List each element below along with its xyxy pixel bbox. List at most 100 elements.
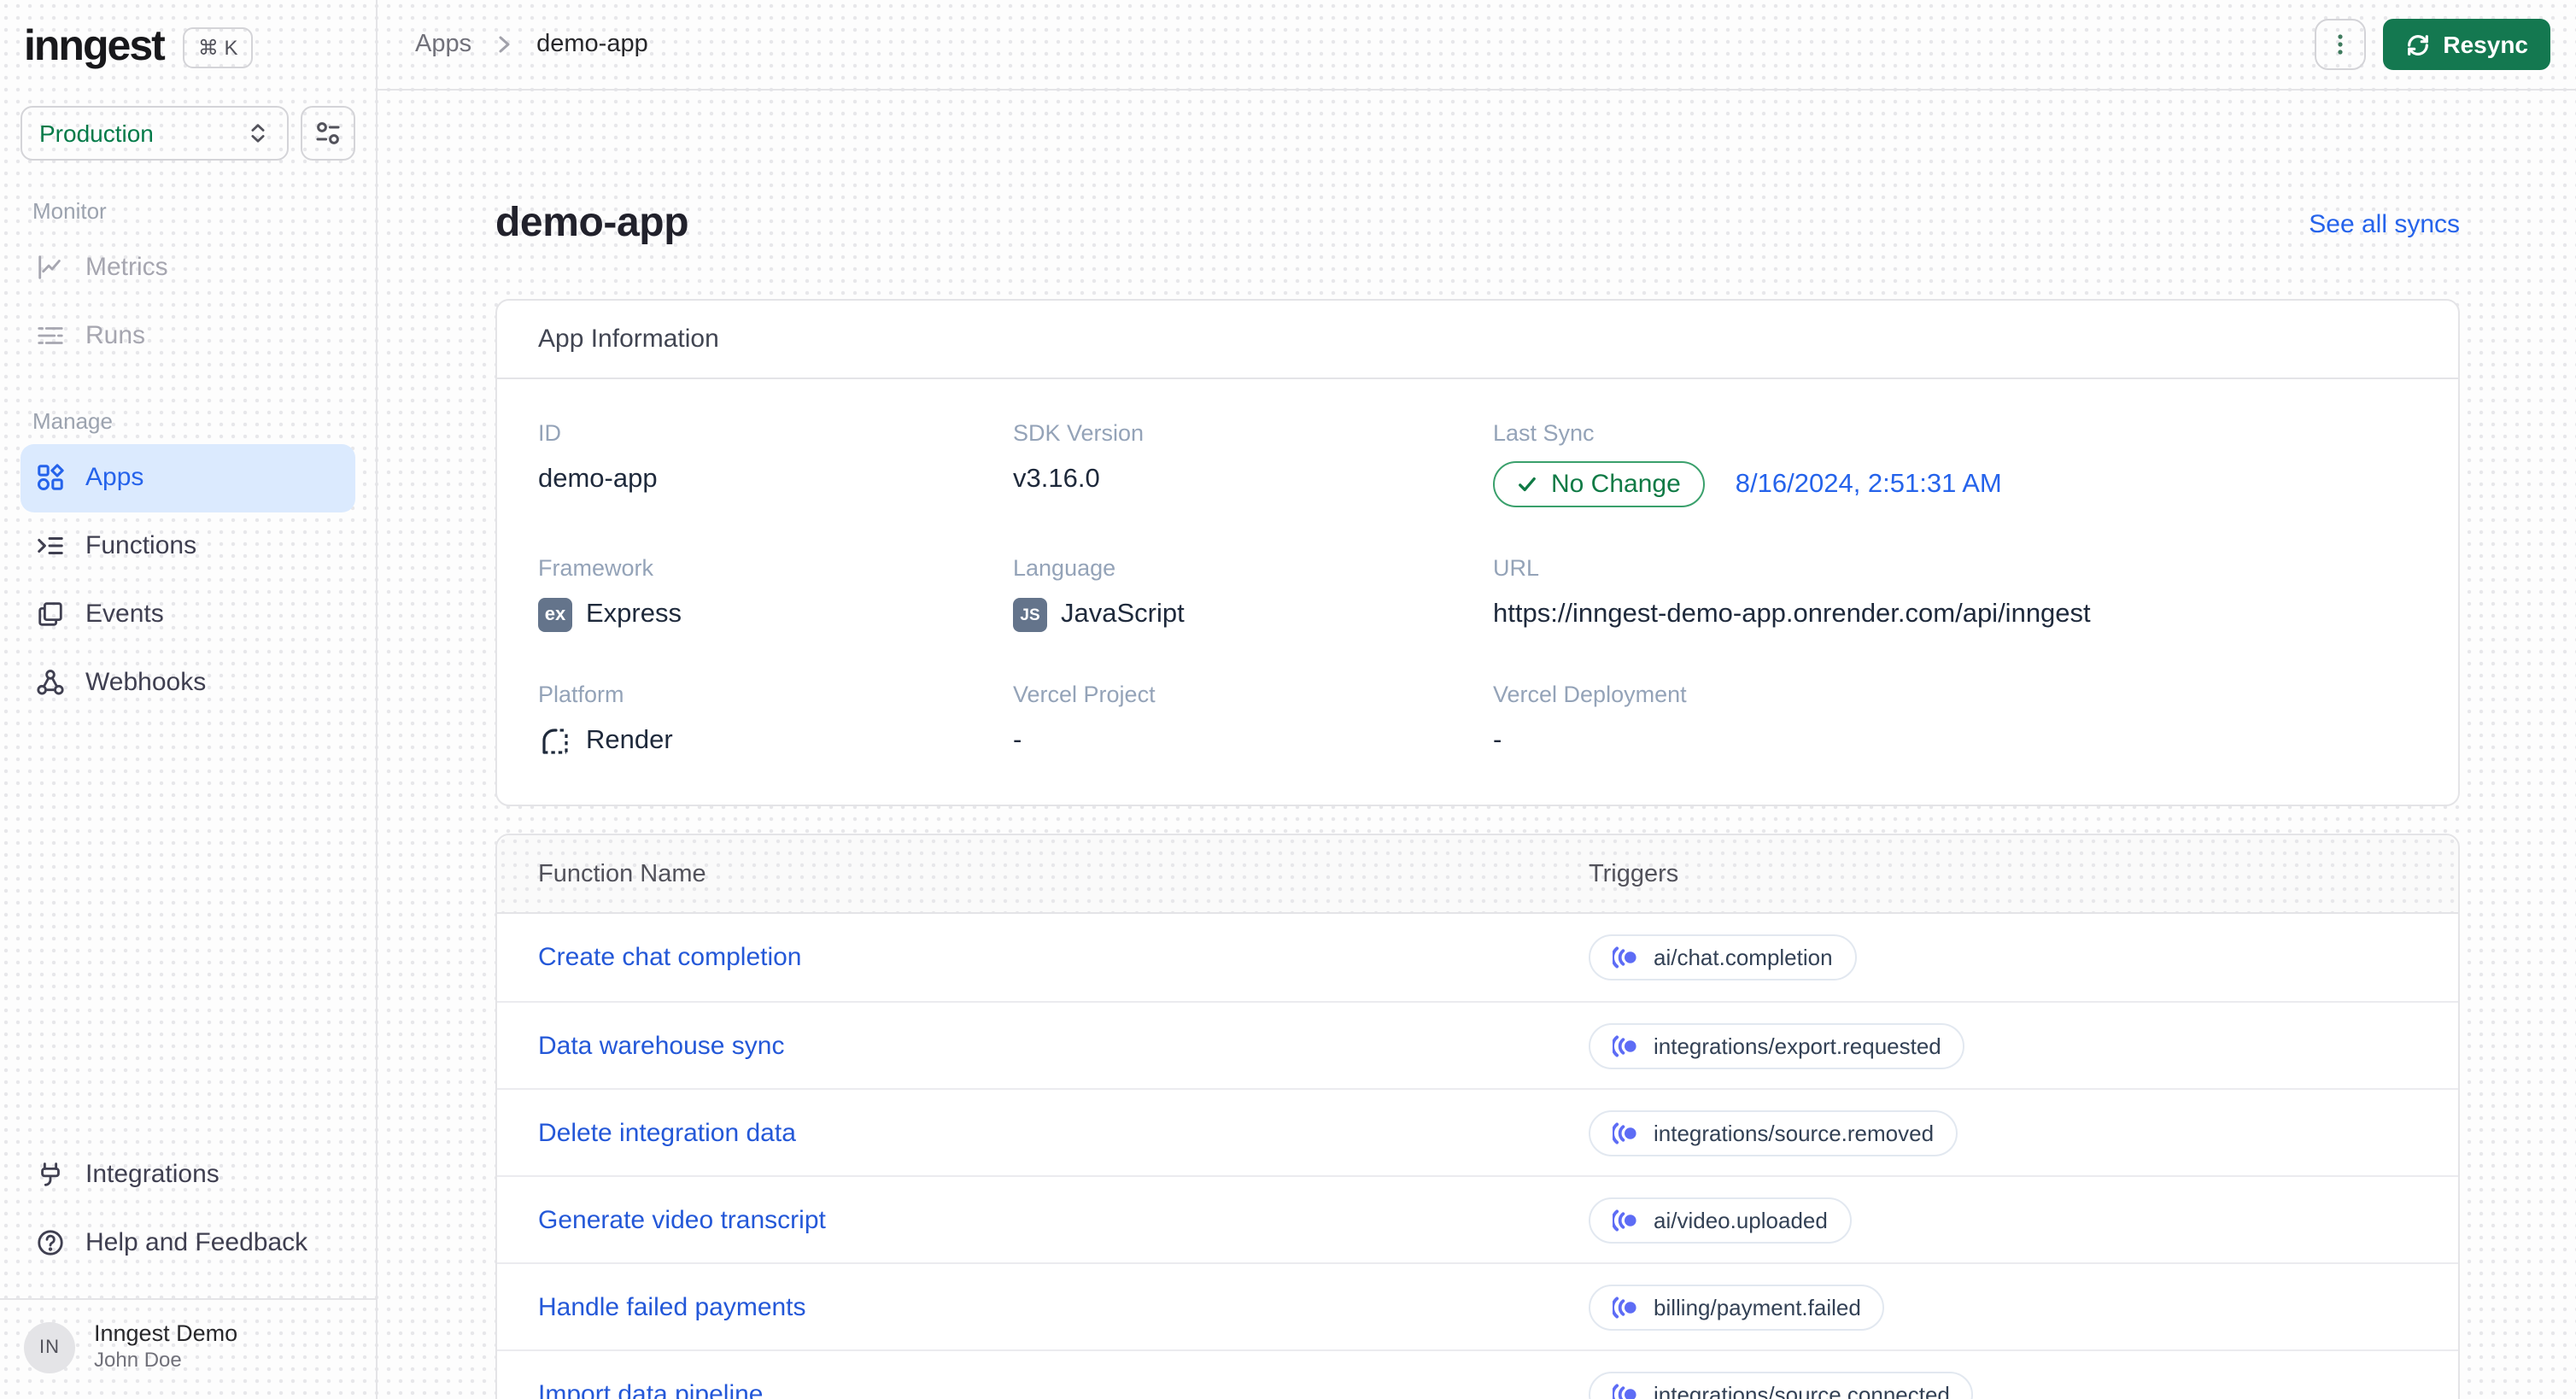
sidebar-item-integrations[interactable]: Integrations: [20, 1140, 355, 1209]
sidebar-item-label: Runs: [85, 321, 146, 350]
functions-table-card: Function Name Triggers Create chat compl…: [495, 834, 2460, 1399]
function-link[interactable]: Handle failed payments: [538, 1292, 1589, 1321]
environment-selector[interactable]: Production: [20, 105, 289, 160]
table-row: Handle failed payments billing/payment.f…: [497, 1262, 2458, 1349]
inngest-logo[interactable]: inngest: [24, 23, 166, 71]
table-row: Delete integration data integrations/sou…: [497, 1088, 2458, 1175]
sidebar-item-label: Webhooks: [85, 668, 207, 697]
table-row: Data warehouse sync integrations/export.…: [497, 1001, 2458, 1088]
topbar: Apps demo-app Resync: [378, 0, 2576, 91]
trigger-name: billing/payment.failed: [1654, 1294, 1861, 1320]
trigger-name: integrations/export.requested: [1654, 1033, 1941, 1058]
sidebar-item-label: Functions: [85, 531, 197, 560]
sidebar-item-label: Integrations: [85, 1160, 220, 1190]
trigger-pill[interactable]: ai/chat.completion: [1589, 934, 1857, 980]
field-vercel-deployment: Vercel Deployment -: [1493, 682, 2417, 760]
field-label: Vercel Deployment: [1493, 682, 1687, 707]
webhooks-icon: [36, 668, 65, 697]
sidebar-item-label: Apps: [85, 463, 144, 492]
avatar: IN: [24, 1321, 75, 1373]
field-sdk-version: SDK Version v3.16.0: [1013, 420, 1493, 507]
field-label: URL: [1493, 555, 1540, 581]
event-trigger-icon: [1613, 1034, 1638, 1057]
field-label: Language: [1013, 555, 1116, 581]
breadcrumb-current: demo-app: [536, 31, 648, 58]
sidebar: inngest ⌘ K Production Monitor Metrics R…: [0, 0, 378, 1399]
check-icon: [1517, 475, 1537, 494]
app-window: inngest ⌘ K Production Monitor Metrics R…: [0, 0, 2576, 1399]
trigger-name: integrations/source.connected: [1654, 1381, 1950, 1399]
command-k-shortcut[interactable]: ⌘ K: [182, 26, 254, 68]
metrics-icon: [36, 253, 65, 282]
field-value: https://inngest-demo-app.onrender.com/ap…: [1493, 600, 2091, 629]
plug-icon: [36, 1160, 65, 1189]
app-information-card: App Information ID demo-app SDK Version …: [495, 299, 2460, 806]
field-value: Render: [586, 726, 673, 755]
refresh-icon: [2405, 32, 2431, 57]
event-trigger-icon: [1613, 1121, 1638, 1144]
trigger-pill[interactable]: billing/payment.failed: [1589, 1284, 1885, 1330]
environment-settings-button[interactable]: [301, 105, 355, 160]
resync-label: Resync: [2443, 31, 2528, 58]
chevron-up-down-icon: [246, 120, 270, 144]
field-label: Platform: [538, 682, 624, 707]
events-icon: [36, 600, 65, 629]
function-link[interactable]: Generate video transcript: [538, 1205, 1589, 1234]
sidebar-item-webhooks[interactable]: Webhooks: [20, 648, 355, 717]
sidebar-item-apps[interactable]: Apps: [20, 443, 355, 512]
table-row: Create chat completion ai/chat.completio…: [497, 914, 2458, 1001]
table-row: Generate video transcript ai/video.uploa…: [497, 1175, 2458, 1262]
sidebar-item-metrics[interactable]: Metrics: [20, 233, 355, 301]
user-menu[interactable]: IN Inngest Demo John Doe: [0, 1299, 376, 1399]
trigger-pill[interactable]: ai/video.uploaded: [1589, 1197, 1852, 1243]
sidebar-item-label: Events: [85, 600, 164, 629]
kebab-icon: [2328, 32, 2352, 56]
help-circle-icon: [36, 1228, 65, 1257]
trigger-pill[interactable]: integrations/source.removed: [1589, 1109, 1958, 1156]
function-link[interactable]: Data warehouse sync: [538, 1031, 1589, 1060]
breadcrumb: Apps demo-app: [415, 31, 648, 58]
trigger-pill[interactable]: integrations/export.requested: [1589, 1022, 1965, 1068]
field-label: ID: [538, 420, 561, 446]
user-name: John Doe: [94, 1348, 182, 1373]
sidebar-item-events[interactable]: Events: [20, 580, 355, 648]
function-link[interactable]: Create chat completion: [538, 943, 1589, 972]
field-label: Last Sync: [1493, 420, 1595, 446]
event-trigger-icon: [1613, 1296, 1638, 1318]
table-row: Import data pipeline integrations/source…: [497, 1349, 2458, 1399]
section-label-manage: Manage: [32, 407, 113, 433]
trigger-name: integrations/source.removed: [1654, 1120, 1935, 1145]
field-label: SDK Version: [1013, 420, 1145, 446]
sliders-icon: [314, 119, 342, 146]
apps-icon: [36, 463, 65, 492]
field-language: Language JS JavaScript: [1013, 555, 1493, 634]
event-trigger-icon: [1613, 946, 1638, 969]
sidebar-item-runs[interactable]: Runs: [20, 301, 355, 370]
function-link[interactable]: Delete integration data: [538, 1118, 1589, 1147]
event-trigger-icon: [1613, 1209, 1638, 1231]
badge-label: No Change: [1551, 470, 1681, 499]
field-value: JavaScript: [1061, 600, 1185, 629]
main-panel: demo-app See all syncs App Information I…: [378, 91, 2576, 1399]
more-options-button[interactable]: [2315, 19, 2367, 70]
field-label: Vercel Project: [1013, 682, 1156, 707]
resync-button[interactable]: Resync: [2383, 19, 2550, 70]
trigger-name: ai/chat.completion: [1654, 945, 1833, 970]
field-vercel-project: Vercel Project -: [1013, 682, 1493, 760]
sidebar-item-help-and-feedback[interactable]: Help and Feedback: [20, 1209, 355, 1277]
function-link[interactable]: Import data pipeline: [538, 1379, 1589, 1399]
breadcrumb-apps[interactable]: Apps: [415, 31, 471, 58]
trigger-name: ai/video.uploaded: [1654, 1207, 1828, 1232]
app-information-title: App Information: [497, 301, 2458, 379]
field-last-sync: Last Sync No Change 8/16/2024, 2:51:31 A…: [1493, 420, 2417, 507]
field-value: -: [1013, 726, 1022, 755]
see-all-syncs-link[interactable]: See all syncs: [2309, 209, 2460, 238]
field-value: Express: [586, 600, 682, 629]
sidebar-item-functions[interactable]: Functions: [20, 512, 355, 580]
field-platform: Platform Render: [538, 682, 1013, 760]
field-value: -: [1493, 726, 1502, 755]
runs-icon: [36, 321, 65, 350]
last-sync-date-link[interactable]: 8/16/2024, 2:51:31 AM: [1736, 469, 2002, 500]
trigger-pill[interactable]: integrations/source.connected: [1589, 1371, 1974, 1399]
event-trigger-icon: [1613, 1383, 1638, 1399]
